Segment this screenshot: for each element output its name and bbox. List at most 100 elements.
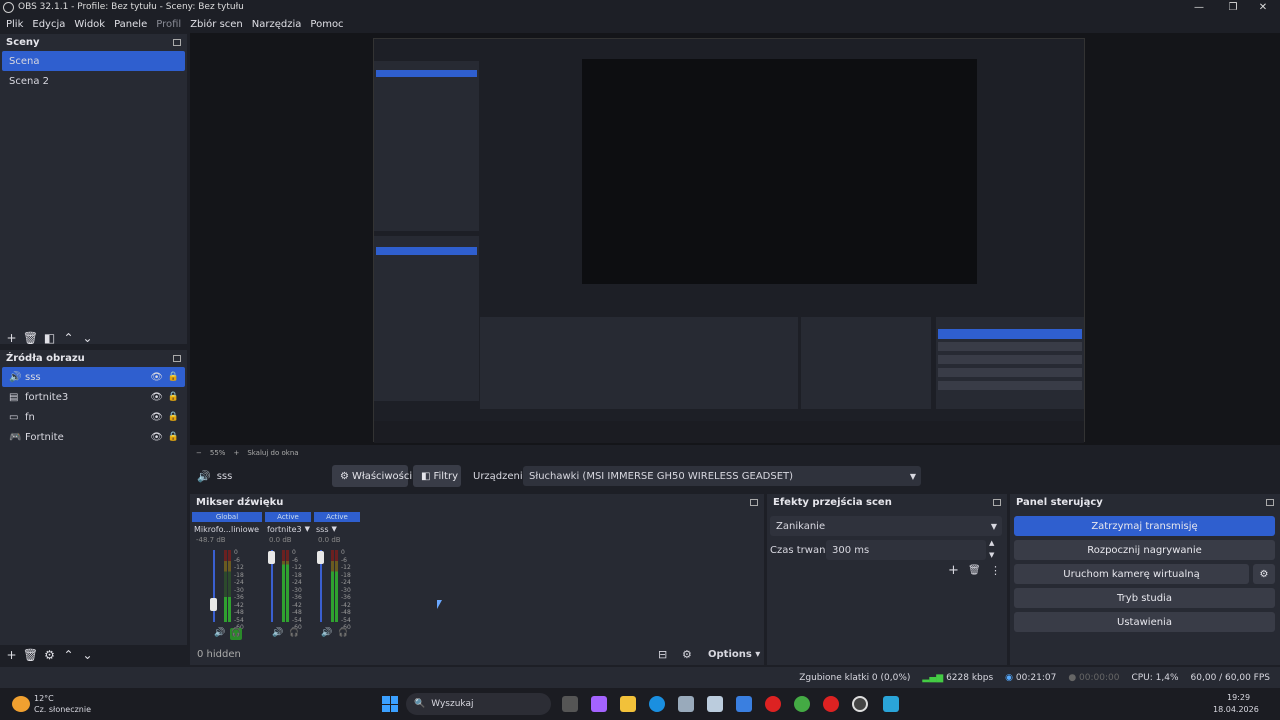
channel-name[interactable]: Mikrofo...liniowe▼	[192, 522, 262, 536]
menu-scene-collection[interactable]: Zbiór scen	[190, 19, 243, 30]
float-dock-icon[interactable]	[1266, 499, 1274, 506]
volume-fader-track[interactable]	[213, 550, 215, 622]
source-item[interactable]: 🎮 Fortnite 👁 🔒	[2, 427, 185, 447]
menu-profile[interactable]: Profil	[156, 19, 181, 30]
source-label: sss	[25, 371, 41, 383]
opera-gx-icon[interactable]	[765, 696, 781, 712]
lock-icon[interactable]: 🔒	[168, 432, 179, 442]
zoom-in-icon[interactable]: +	[233, 449, 239, 457]
arrow-down-icon[interactable]: ⌄	[78, 330, 97, 346]
eye-icon[interactable]: 👁	[150, 392, 163, 403]
lock-icon[interactable]: 🔒	[168, 412, 179, 422]
app-f-icon[interactable]	[883, 696, 899, 712]
taskbar-search[interactable]: 🔍 Wyszukaj	[406, 693, 551, 715]
trash-icon[interactable]: 🗑	[968, 565, 981, 576]
layout-icon[interactable]: ⊟	[658, 648, 667, 661]
trash-icon[interactable]: 🗑	[21, 330, 40, 346]
volume-fader-knob[interactable]	[268, 551, 275, 564]
headphones-icon[interactable]: 🎧	[288, 628, 300, 640]
add-icon[interactable]: +	[2, 330, 21, 346]
lock-icon[interactable]: 🔒	[168, 372, 179, 382]
start-icon[interactable]	[382, 696, 398, 712]
add-icon[interactable]: +	[2, 647, 21, 663]
minimize-icon[interactable]: —	[1182, 0, 1216, 14]
settings-button[interactable]: Ustawienia	[1014, 612, 1275, 632]
clock-date: 18.04.2026	[1213, 705, 1259, 714]
start-recording-button[interactable]: Rozpocznij nagrywanie	[1014, 540, 1275, 560]
float-dock-icon[interactable]	[993, 499, 1001, 506]
mixer-options-button[interactable]: Options ▾	[708, 649, 760, 660]
filter-icon[interactable]: ◧	[40, 330, 59, 346]
menu-docks[interactable]: Panele	[114, 19, 147, 30]
task-view-icon[interactable]	[562, 696, 578, 712]
weather-icon[interactable]	[12, 696, 30, 712]
edge-icon[interactable]	[649, 696, 665, 712]
lock-icon[interactable]: 🔒	[168, 392, 179, 402]
headphones-icon[interactable]: 🎧	[230, 628, 242, 640]
scene-item[interactable]: Scena 2	[2, 71, 185, 91]
close-icon[interactable]: ✕	[1246, 0, 1280, 14]
trash-icon[interactable]: 🗑	[21, 647, 40, 663]
fps: 60,00 / 60,00 FPS	[1190, 672, 1270, 683]
eye-icon[interactable]: 👁	[150, 432, 163, 443]
volume-fader-knob[interactable]	[317, 551, 324, 564]
chevron-up-icon[interactable]: ▲	[989, 539, 994, 547]
meter-scale-tick: -24	[341, 579, 351, 586]
meter-scale-tick: -18	[292, 571, 302, 579]
menu-help[interactable]: Pomoc	[310, 19, 343, 30]
gear-icon[interactable]: ⚙	[40, 647, 59, 663]
level-meter	[286, 550, 289, 622]
float-dock-icon[interactable]	[750, 499, 758, 506]
scene-item[interactable]: Scena	[2, 51, 185, 71]
headphones-icon[interactable]: 🎧	[337, 628, 349, 640]
weather-desc: Cz. słonecznie	[34, 705, 92, 714]
selected-source-name: sss	[216, 470, 233, 482]
arrow-up-icon[interactable]: ⌃	[59, 330, 78, 346]
source-item[interactable]: ▭ fn 👁 🔒	[2, 407, 185, 427]
file-explorer-icon[interactable]	[620, 696, 636, 712]
photos-icon[interactable]	[707, 696, 723, 712]
obs-taskbar-icon[interactable]	[852, 696, 868, 712]
store-icon[interactable]	[678, 696, 694, 712]
advanced-audio-icon[interactable]: ⚙	[682, 648, 692, 661]
opera-icon[interactable]	[823, 696, 839, 712]
meter-scale-tick: -12	[341, 564, 351, 571]
duration-input[interactable]: 300 ms	[826, 540, 986, 560]
eye-icon[interactable]: 👁	[150, 372, 163, 383]
eye-icon[interactable]: 👁	[150, 412, 163, 423]
chrome-icon[interactable]	[794, 696, 810, 712]
transition-type-select[interactable]: Zanikanie ▼	[770, 516, 1002, 536]
speaker-icon[interactable]: 🔊	[272, 628, 283, 638]
studio-mode-button[interactable]: Tryb studia	[1014, 588, 1275, 608]
zoom-out-icon[interactable]: −	[196, 449, 202, 457]
channel-name[interactable]: sss ▼	[314, 522, 360, 536]
maximize-icon[interactable]: ❐	[1216, 0, 1250, 14]
more-vertical-icon[interactable]: ⋮	[990, 564, 1001, 577]
meter-scale-tick: -24	[234, 579, 244, 586]
scale-mode[interactable]: Skaluj do okna	[247, 449, 298, 457]
virtual-camera-button[interactable]: Uruchom kamerę wirtualną	[1014, 564, 1249, 584]
speaker-icon[interactable]: 🔊	[321, 628, 332, 638]
arrow-up-icon[interactable]: ⌃	[59, 647, 78, 663]
virtual-camera-settings-button[interactable]: ⚙	[1253, 564, 1275, 584]
menu-file[interactable]: Plik	[6, 19, 23, 30]
mail-icon[interactable]	[736, 696, 752, 712]
volume-fader-knob[interactable]	[210, 598, 217, 611]
properties-button[interactable]: ⚙ Właściwości	[332, 465, 412, 487]
speaker-icon[interactable]: 🔊	[214, 628, 225, 638]
float-dock-icon[interactable]	[173, 39, 181, 46]
source-item[interactable]: 🔊 sss 👁 🔒	[2, 367, 185, 387]
filters-button[interactable]: ◧ Filtry	[413, 465, 461, 487]
float-dock-icon[interactable]	[173, 355, 181, 362]
stop-stream-button[interactable]: Zatrzymaj transmisję	[1014, 516, 1275, 536]
chevron-down-icon[interactable]: ▼	[989, 551, 994, 559]
device-select[interactable]: Słuchawki (MSI IMMERSE GH50 WIRELESS GEA…	[523, 466, 921, 486]
menu-tools[interactable]: Narzędzia	[252, 19, 302, 30]
add-icon[interactable]: +	[948, 563, 959, 578]
menu-edit[interactable]: Edycja	[32, 19, 65, 30]
channel-name[interactable]: fortnite3 ▼	[265, 522, 311, 536]
menu-view[interactable]: Widok	[74, 19, 105, 30]
copilot-icon[interactable]	[591, 696, 607, 712]
source-item[interactable]: ▤ fortnite3 👁 🔒	[2, 387, 185, 407]
arrow-down-icon[interactable]: ⌄	[78, 647, 97, 663]
